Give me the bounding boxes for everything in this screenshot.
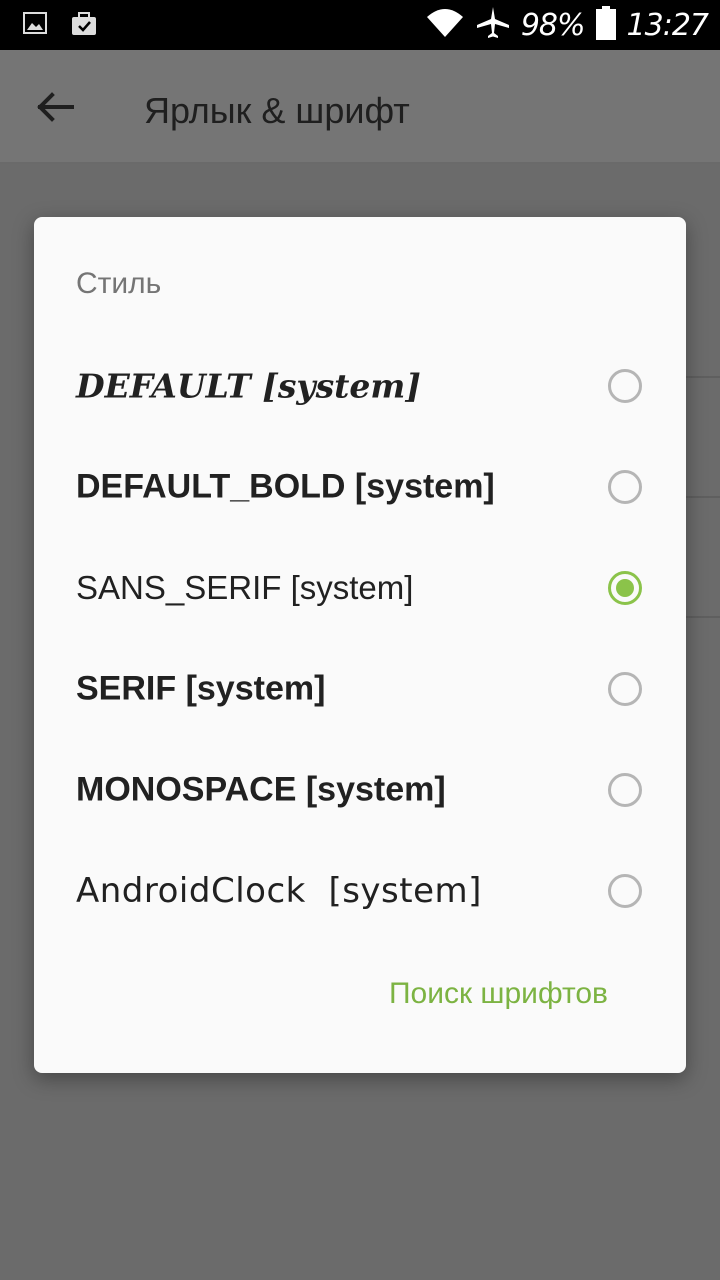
option-sans-serif[interactable]: SANS_SERIF [system]: [34, 537, 686, 638]
page-title: Ярлык & шрифт: [144, 90, 410, 131]
option-label: AndroidClock [system]: [76, 870, 482, 911]
wifi-icon: [425, 7, 465, 44]
option-monospace[interactable]: MONOSPACE [system]: [34, 739, 686, 840]
dialog-title: Стиль: [76, 267, 162, 300]
clock: 13:27: [626, 7, 709, 43]
battery-percent: 98%: [520, 7, 586, 43]
status-bar: 98% 13:27: [0, 0, 720, 50]
option-label: MONOSPACE [system]: [76, 770, 446, 808]
option-label: DEFAULT [system]: [76, 366, 421, 405]
briefcase-check-icon: [70, 10, 98, 43]
option-label: SERIF [system]: [76, 669, 326, 707]
search-fonts-button[interactable]: Поиск шрифтов: [389, 977, 608, 1011]
option-serif[interactable]: SERIF [system]: [34, 638, 686, 739]
radio-button[interactable]: [608, 469, 642, 504]
option-androidclock[interactable]: AndroidClock [system]: [34, 840, 686, 941]
radio-button-selected[interactable]: [608, 570, 642, 605]
battery-icon: [595, 5, 617, 46]
image-icon: [22, 10, 48, 43]
radio-button[interactable]: [608, 368, 642, 403]
option-default[interactable]: DEFAULT [system]: [34, 335, 686, 436]
background-divider: [680, 496, 720, 498]
arrow-left-icon[interactable]: [36, 92, 76, 122]
radio-button[interactable]: [608, 671, 642, 706]
airplane-icon: [475, 5, 511, 46]
radio-button[interactable]: [608, 873, 642, 908]
background-divider: [680, 376, 720, 378]
app-bar: Ярлык & шрифт: [0, 50, 720, 164]
font-style-dialog: Стиль DEFAULT [system] DEFAULT_BOLD [sys…: [34, 217, 686, 1073]
radio-button[interactable]: [608, 772, 642, 807]
option-label: DEFAULT_BOLD [system]: [76, 467, 495, 505]
background-divider: [680, 616, 720, 618]
option-label: SANS_SERIF [system]: [76, 568, 414, 606]
option-default-bold[interactable]: DEFAULT_BOLD [system]: [34, 436, 686, 537]
